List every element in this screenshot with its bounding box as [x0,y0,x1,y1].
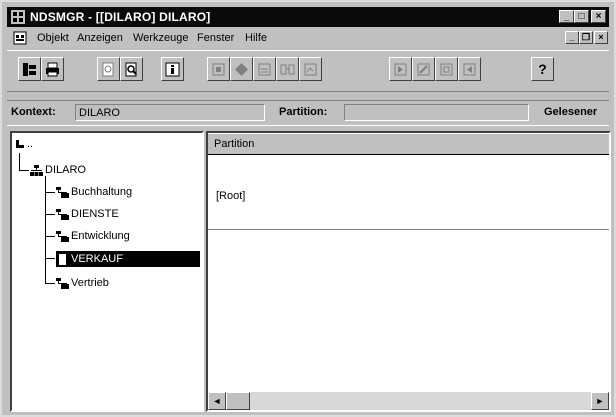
tree-org-label: DILARO [45,164,86,176]
menu-werkzeuge[interactable]: Werkzeuge [133,32,188,44]
maximize-button[interactable]: □ [574,10,589,23]
scroll-thumb[interactable] [226,392,250,410]
horizontal-scrollbar[interactable]: ◄ ► [208,392,609,410]
menu-bar: Objekt Anzeigen Werkzeuge Fenster Hilfe … [7,29,609,47]
create-object-button[interactable] [207,57,230,81]
partition-label: Partition: [279,106,328,118]
tree-item-buchhaltung[interactable]: Buchhaltung [56,186,132,198]
tree-item-verkauf[interactable]: VERKAUF [56,251,200,267]
partition-move-button[interactable] [435,57,458,81]
tree-view-icon [23,62,36,76]
pencil-icon [417,63,430,75]
tree-item-dienste[interactable]: DIENSTE [56,208,119,220]
move-button[interactable] [276,57,299,81]
app-icon [11,10,25,24]
title-bar[interactable]: NDSMGR - [[DILARO] DILARO] _ □ × [7,7,609,27]
browse-button[interactable] [18,57,41,81]
partition-merge-button[interactable] [412,57,435,81]
row-separator [208,229,609,230]
partition-field [344,104,529,121]
info-button[interactable] [161,57,184,81]
tree-item-label: Vertrieb [71,277,109,289]
create-icon [212,63,225,75]
mdi-restore-button[interactable]: ❐ [579,31,593,44]
tree-root[interactable]: .. [15,138,33,150]
kontext-label: Kontext: [11,106,56,118]
tree-item-label: Buchhaltung [71,186,133,198]
main-window: NDSMGR - [[DILARO] DILARO] _ □ × Objekt … [0,0,616,417]
tree-item-vertrieb[interactable]: Vertrieb [56,277,109,289]
tree-root-label: .. [27,138,34,150]
document-icon[interactable] [13,31,27,45]
close-button[interactable]: × [591,10,606,23]
up-level-icon [16,139,24,148]
partition-abort-button[interactable] [458,57,481,81]
kontext-field: DILARO [75,104,265,121]
context-bar: Kontext: DILARO Partition: Gelesener [7,100,609,126]
scroll-right-button[interactable]: ► [591,392,609,410]
info-icon [165,62,180,76]
gelesener-label: Gelesener [544,106,598,118]
menu-fenster[interactable]: Fenster [197,32,234,44]
rename-button[interactable] [253,57,276,81]
help-label: ? [538,61,547,77]
move-icon [280,64,295,74]
search-button[interactable] [97,57,120,81]
arrow-icon [463,63,476,75]
mdi-minimize-button[interactable]: _ [565,31,579,44]
org-unit-icon [56,186,69,198]
menu-hilfe[interactable]: Hilfe [245,32,267,44]
toolbar: ? [7,50,609,92]
help-button[interactable]: ? [531,57,554,81]
organization-icon [30,164,43,176]
tree-item-entwicklung[interactable]: Entwicklung [56,230,130,242]
list-item[interactable]: [Root] [216,190,245,202]
partition-icon [394,63,407,75]
tree-item-label: DIENSTE [71,208,119,220]
diamond-icon [235,62,248,76]
tree-pane[interactable]: .. DILARO Buchhaltung DIENSTE Entwicklun… [10,131,204,412]
search-icon [102,62,114,76]
menu-objekt[interactable]: Objekt [37,32,69,44]
partition-list-pane[interactable]: Partition [Root] ◄ ► [206,131,611,412]
tree-item-label: Entwicklung [71,230,130,242]
printer-icon [46,62,59,76]
copy-button[interactable] [299,57,322,81]
mdi-close-button[interactable]: × [594,31,608,44]
print-button[interactable] [41,57,64,81]
org-unit-icon [56,208,69,220]
magnifier-icon [125,62,137,76]
rename-icon [258,63,271,75]
window-title: NDSMGR - [[DILARO] DILARO] [30,10,211,24]
delete-object-button[interactable] [230,57,253,81]
find-button[interactable] [120,57,143,81]
scroll-left-button[interactable]: ◄ [208,392,226,410]
column-header-partition[interactable]: Partition [208,133,609,155]
menu-anzeigen[interactable]: Anzeigen [77,32,123,44]
copy-icon [304,63,317,75]
tree-item-label: VERKAUF [71,253,123,265]
org-unit-icon [56,277,69,289]
partition-move-icon [440,63,453,75]
partition-create-button[interactable] [389,57,412,81]
tree-org-dilaro[interactable]: DILARO [30,164,86,176]
org-unit-icon [59,253,66,265]
minimize-button[interactable]: _ [559,10,574,23]
org-unit-icon [56,230,69,242]
